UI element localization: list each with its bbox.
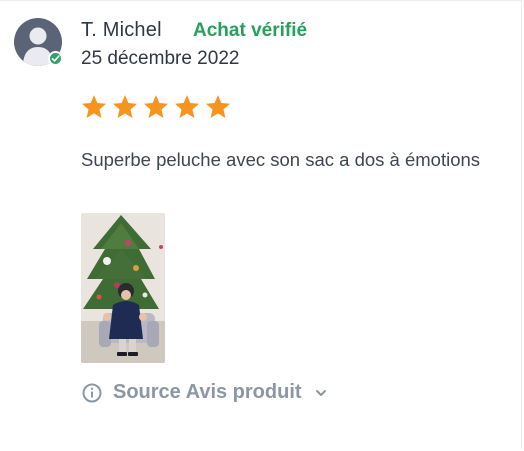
avatar — [14, 18, 63, 66]
reviewer-name: T. Michel — [81, 19, 162, 41]
star-icon — [205, 95, 231, 118]
review-date: 25 décembre 2022 — [81, 48, 240, 69]
star-icon — [81, 95, 107, 118]
review-photo[interactable] — [81, 213, 165, 363]
source-label: Source Avis produit — [113, 381, 302, 403]
review-text: Superbe peluche avec son sac a dos à émo… — [81, 149, 481, 170]
star-rating — [80, 93, 232, 121]
check-icon — [51, 55, 60, 62]
source-toggle[interactable]: Source Avis produit — [81, 381, 328, 404]
verified-badge — [48, 51, 63, 66]
info-circle-icon — [82, 383, 102, 402]
star-icon — [112, 95, 138, 118]
chevron-down-icon — [315, 389, 326, 396]
star-icon — [143, 95, 169, 118]
review-card: T. Michel Achat vérifié 25 décembre 2022… — [0, 0, 522, 449]
review-photo-image — [81, 213, 165, 363]
verified-purchase-label: Achat vérifié — [193, 20, 308, 41]
star-icon — [174, 95, 200, 118]
